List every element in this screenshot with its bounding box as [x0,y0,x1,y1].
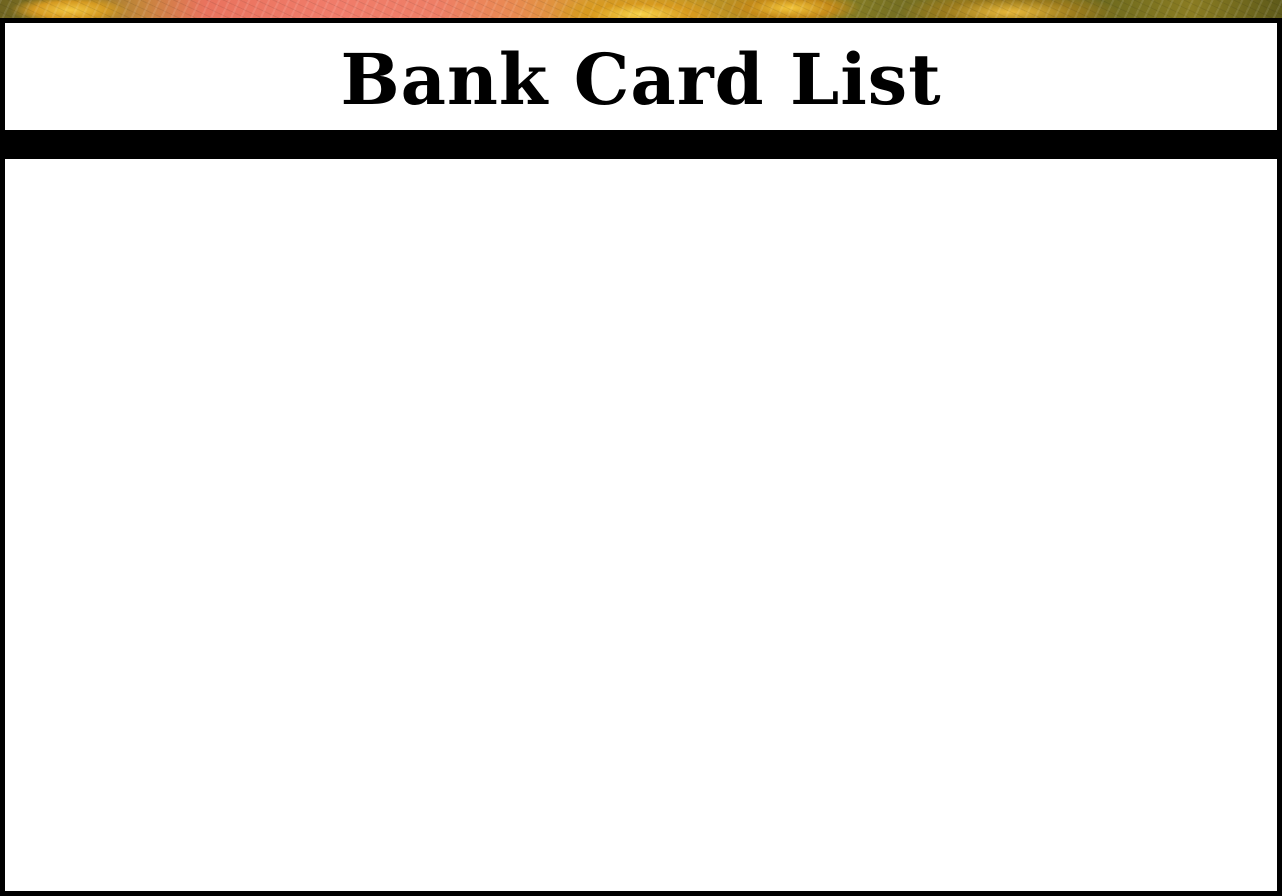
bank-card-list-panel: Bank Card List [0,18,1282,896]
card-list-area[interactable] [5,159,1277,891]
panel-header: Bank Card List [5,23,1277,130]
game-screen: Bank Card List [0,0,1282,896]
panel-title: Bank Card List [340,37,942,121]
header-divider [5,130,1277,159]
background-artwork [0,0,1282,20]
